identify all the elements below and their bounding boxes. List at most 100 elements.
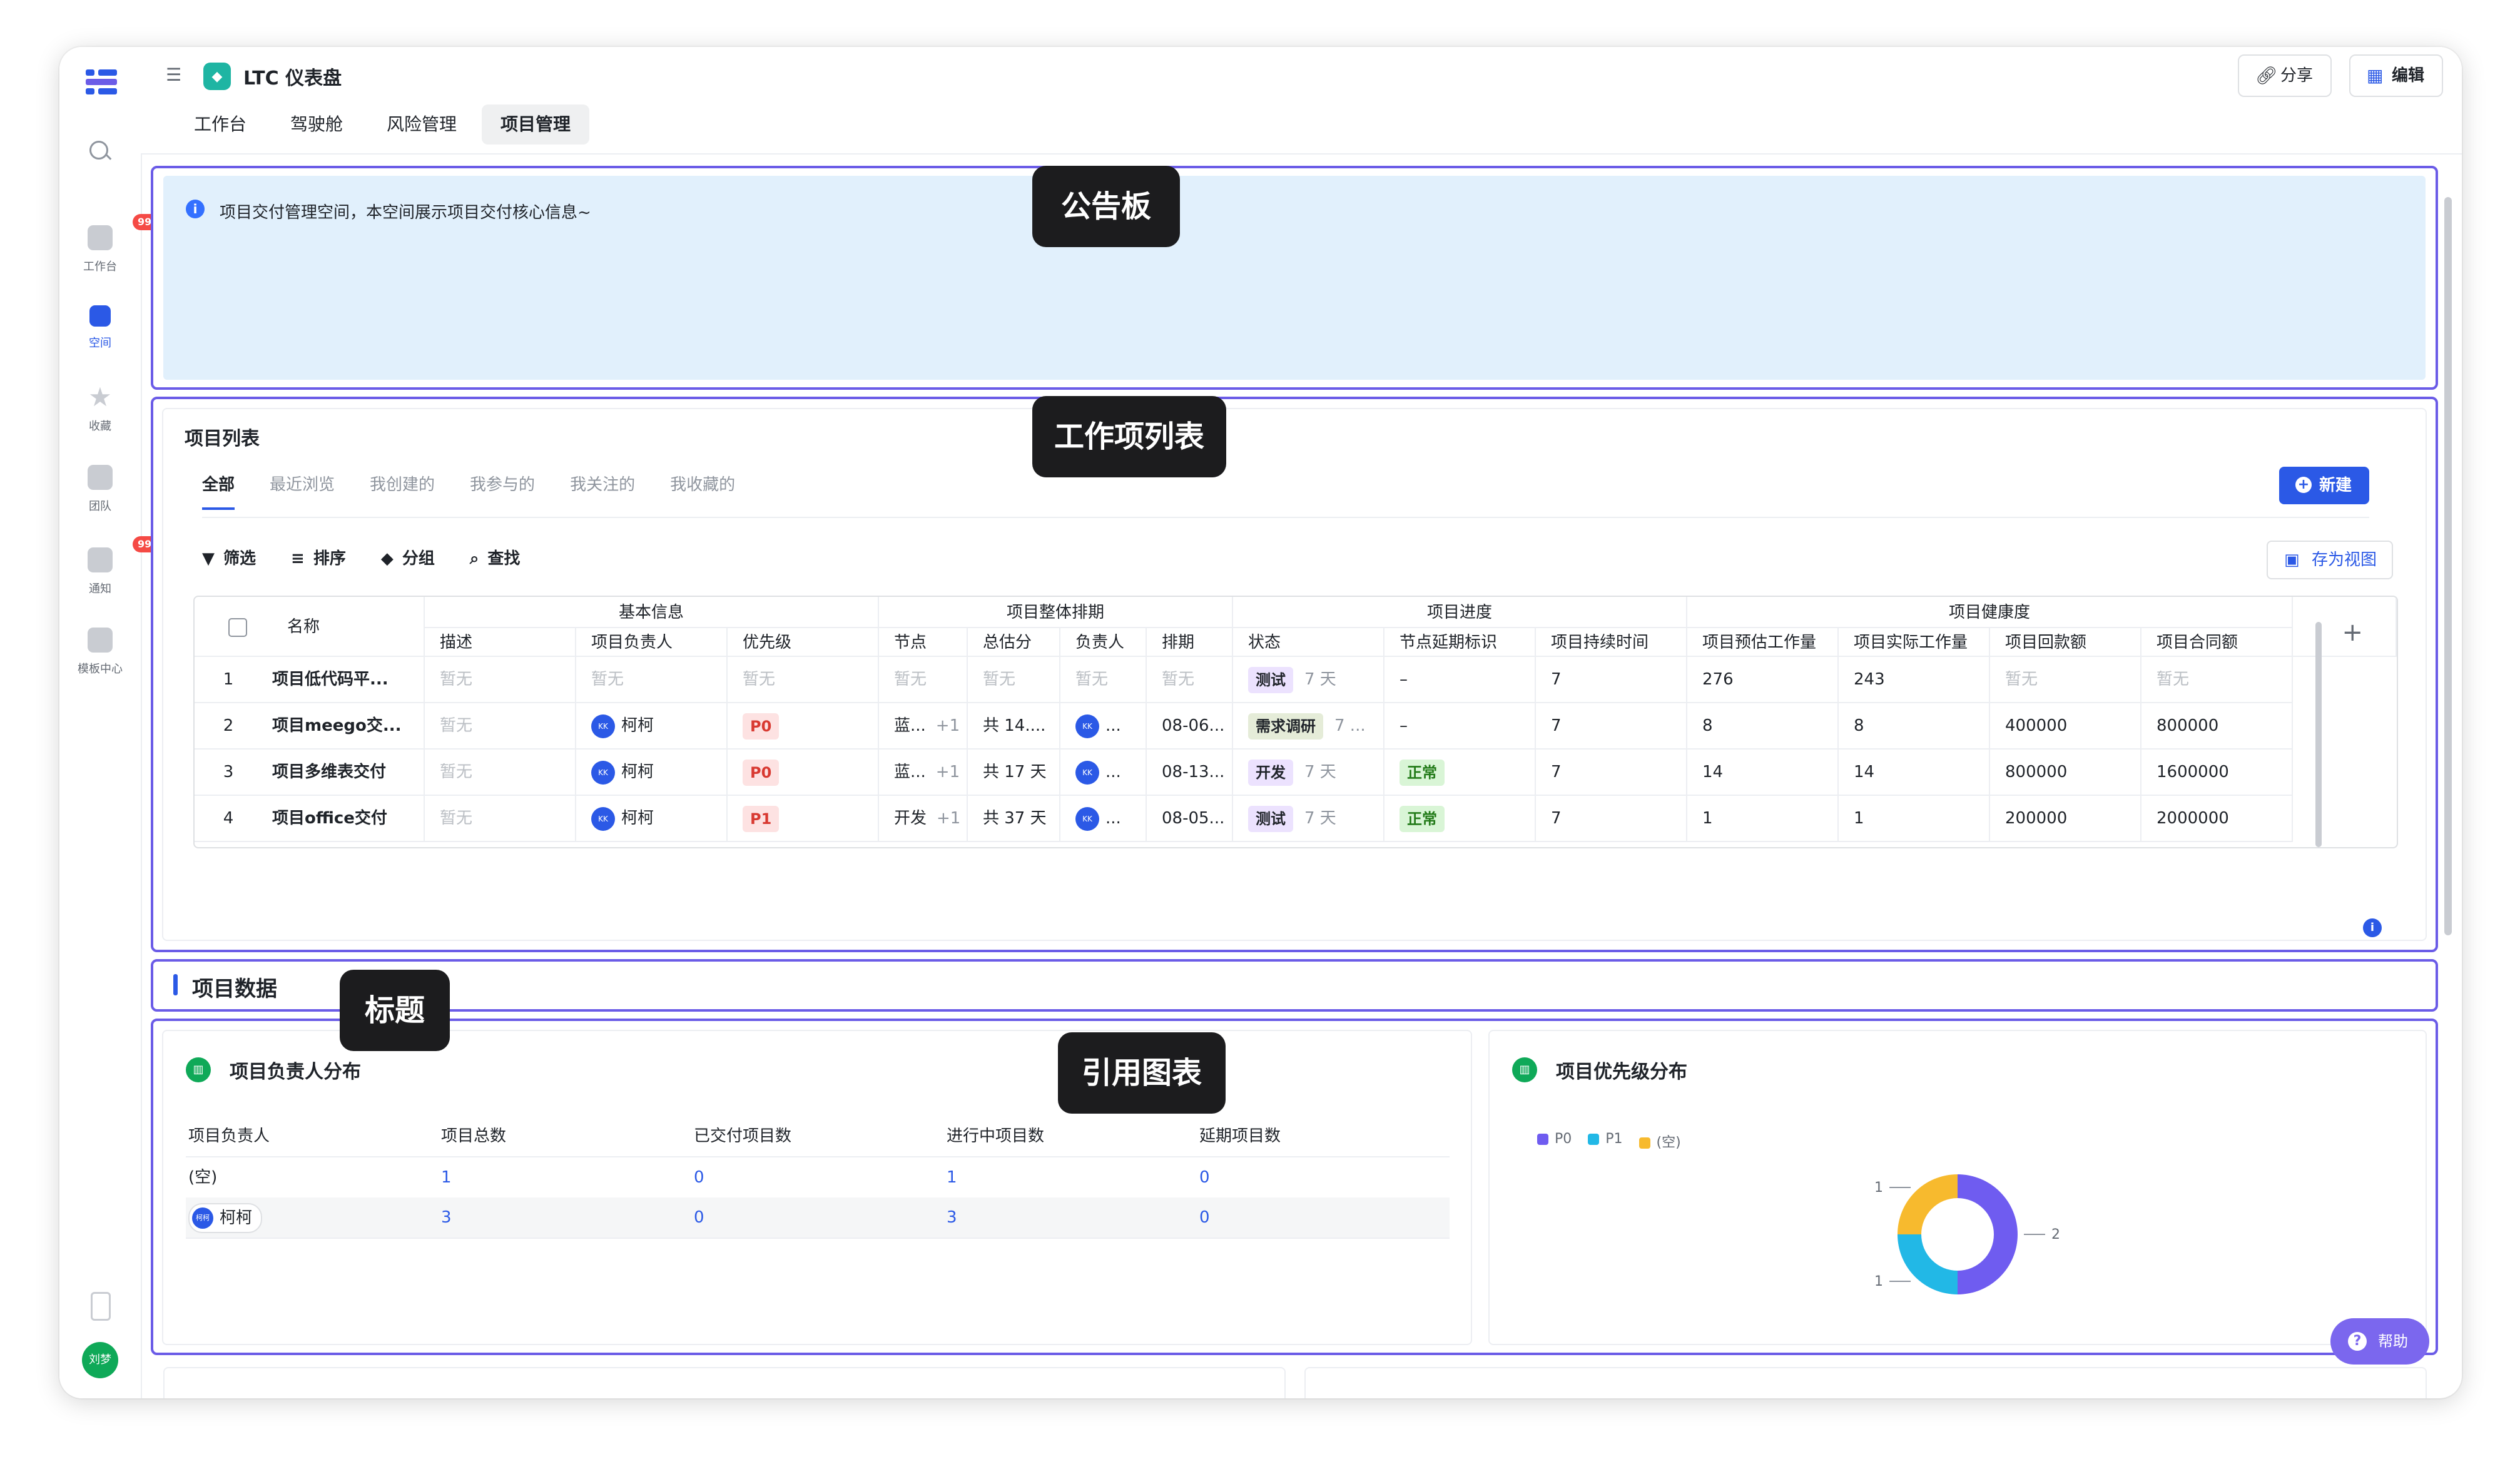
add-column-icon[interactable]: + (2342, 618, 2363, 647)
column-header[interactable]: 总估分 (968, 628, 1060, 657)
pivot-cell[interactable]: 3 (947, 1197, 957, 1238)
column-header[interactable]: 节点延期标识 (1384, 628, 1536, 657)
table-cell-score[interactable]: 共 37 天 (968, 796, 1060, 842)
table-cell-actual[interactable]: 8 (1839, 703, 1990, 750)
rail-workbench[interactable]: 99+ 工作台 (59, 214, 165, 274)
column-header[interactable]: 节点 (879, 628, 968, 657)
rail-favorites[interactable]: ★ 收藏 (59, 384, 141, 434)
table-cell-owner[interactable]: KK 柯柯 (576, 703, 728, 750)
column-header[interactable]: 项目回款额 (1990, 628, 2141, 657)
view-tab-created[interactable]: 我创建的 (370, 472, 435, 510)
pie-slice-P0[interactable] (1958, 1174, 2018, 1294)
table-cell-paid[interactable]: 200000 (1990, 796, 2141, 842)
table-cell-contract[interactable]: 1600000 (2141, 750, 2293, 796)
column-header[interactable]: 优先级 (728, 628, 879, 657)
pivot-row[interactable]: 柯柯 柯柯 3 0 3 0 (186, 1197, 1450, 1239)
table-cell-node[interactable]: 蓝... +1 (879, 750, 968, 796)
tab-project-management[interactable]: 项目管理 (482, 104, 590, 145)
select-all-checkbox[interactable] (228, 618, 247, 637)
pivot-cell[interactable]: 0 (1199, 1197, 1210, 1238)
column-header[interactable]: 排期 (1147, 628, 1233, 657)
table-cell-schedule[interactable]: 08-13... (1147, 750, 1233, 796)
table-cell-desc[interactable]: 暂无 (425, 657, 576, 703)
table-cell-score[interactable]: 暂无 (968, 657, 1060, 703)
view-tab-participated[interactable]: 我参与的 (470, 472, 535, 510)
table-cell-owner[interactable]: KK 柯柯 (576, 750, 728, 796)
app-logo-icon[interactable] (86, 69, 117, 94)
table-cell-delay[interactable]: – (1384, 657, 1536, 703)
outline-toggle-icon[interactable]: ☰ (166, 66, 186, 84)
view-tab-starred[interactable]: 我收藏的 (670, 472, 735, 510)
table-cell-desc[interactable]: 暂无 (425, 750, 576, 796)
column-header-name[interactable]: 名称 (195, 597, 425, 657)
view-tab-recent[interactable]: 最近浏览 (270, 472, 335, 510)
table-cell-estimate[interactable]: 1 (1687, 796, 1839, 842)
table-cell-owner[interactable]: 暂无 (576, 657, 728, 703)
table-cell-owner[interactable]: KK 柯柯 (576, 796, 728, 842)
pivot-cell[interactable]: 1 (947, 1157, 957, 1197)
share-button[interactable]: 🔗︎ 分享 (2237, 54, 2332, 97)
pivot-cell[interactable]: 3 (441, 1197, 452, 1238)
search-icon[interactable] (89, 141, 112, 162)
table-cell-status[interactable]: 开发 7 天 (1233, 750, 1384, 796)
table-cell-contract[interactable]: 暂无 (2141, 657, 2293, 703)
pie-slice-(空)[interactable] (1898, 1174, 1958, 1234)
table-cell-desc[interactable]: 暂无 (425, 703, 576, 750)
table-cell-assignee[interactable]: 暂无 (1060, 657, 1147, 703)
table-cell-delay[interactable]: 正常 (1384, 750, 1536, 796)
table-cell-actual[interactable]: 243 (1839, 657, 1990, 703)
table-cell-duration[interactable]: 7 (1536, 796, 1687, 842)
edit-button[interactable]: ▦ 编辑 (2349, 54, 2443, 97)
table-cell-paid[interactable]: 暂无 (1990, 657, 2141, 703)
table-scrollbar[interactable] (2315, 622, 2322, 847)
table-cell-score[interactable]: 共 17 天 (968, 750, 1060, 796)
table-row-name[interactable]: 4 项目office交付 (195, 796, 425, 842)
table-cell-priority[interactable]: P0 (728, 750, 879, 796)
rail-team[interactable]: 团队 (59, 465, 141, 514)
save-view-button[interactable]: ▣ 存为视图 (2266, 541, 2393, 579)
table-cell-assignee[interactable]: KK... (1060, 796, 1147, 842)
pivot-cell[interactable]: 0 (694, 1157, 704, 1197)
table-cell-priority[interactable]: 暂无 (728, 657, 879, 703)
tab-workbench[interactable]: 工作台 (175, 104, 265, 145)
table-cell-node[interactable]: 蓝... +1 (879, 703, 968, 750)
rail-templates[interactable]: 模板中心 (59, 628, 141, 676)
column-header[interactable]: 项目持续时间 (1536, 628, 1687, 657)
help-button[interactable]: ? 帮助 (2330, 1318, 2429, 1365)
rail-notifications[interactable]: 99+ 通知 (59, 536, 165, 596)
table-cell-assignee[interactable]: KK... (1060, 750, 1147, 796)
column-header[interactable]: 项目负责人 (576, 628, 728, 657)
table-cell-actual[interactable]: 1 (1839, 796, 1990, 842)
table-row-name[interactable]: 3 项目多维表交付 (195, 750, 425, 796)
sort-button[interactable]: ≡ 排序 (291, 546, 346, 569)
table-cell-priority[interactable]: P0 (728, 703, 879, 750)
tab-cockpit[interactable]: 驾驶舱 (272, 104, 362, 145)
column-header[interactable]: 负责人 (1060, 628, 1147, 657)
table-cell-status[interactable]: 测试 7 天 (1233, 796, 1384, 842)
table-cell-schedule[interactable]: 08-06... (1147, 703, 1233, 750)
table-cell-node[interactable]: 开发 +1 (879, 796, 968, 842)
table-cell-status[interactable]: 测试 7 天 (1233, 657, 1384, 703)
table-cell-schedule[interactable]: 暂无 (1147, 657, 1233, 703)
view-tab-followed[interactable]: 我关注的 (570, 472, 635, 510)
user-avatar[interactable]: 刘梦 (82, 1342, 118, 1378)
table-cell-priority[interactable]: P1 (728, 796, 879, 842)
page-scrollbar[interactable] (2444, 197, 2452, 935)
pie-slice-P1[interactable] (1898, 1234, 1958, 1294)
table-cell-actual[interactable]: 14 (1839, 750, 1990, 796)
table-row-name[interactable]: 2 项目meego交... (195, 703, 425, 750)
info-icon[interactable]: i (2363, 918, 2382, 937)
pivot-cell[interactable]: 1 (441, 1157, 452, 1197)
table-cell-score[interactable]: 共 14.... (968, 703, 1060, 750)
find-button[interactable]: ⌕ 查找 (470, 546, 521, 569)
column-header[interactable]: 状态 (1233, 628, 1384, 657)
view-tab-all[interactable]: 全部 (202, 472, 235, 510)
table-cell-estimate[interactable]: 276 (1687, 657, 1839, 703)
pivot-cell[interactable]: 0 (694, 1197, 704, 1238)
group-button[interactable]: ◆ 分组 (381, 546, 435, 569)
table-cell-delay[interactable]: 正常 (1384, 796, 1536, 842)
new-item-button[interactable]: + 新建 (2279, 467, 2369, 504)
rail-space[interactable]: 空间 (59, 305, 141, 350)
table-cell-estimate[interactable]: 8 (1687, 703, 1839, 750)
table-cell-schedule[interactable]: 08-05... (1147, 796, 1233, 842)
